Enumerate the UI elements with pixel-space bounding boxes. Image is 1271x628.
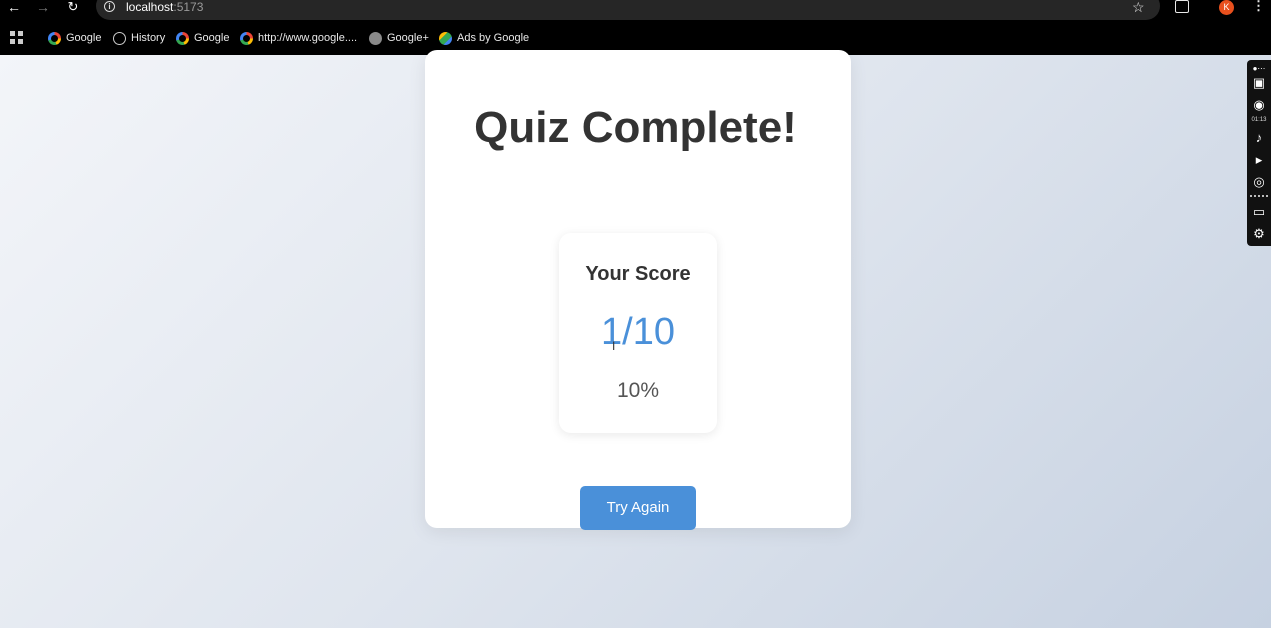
bookmark-label: Google — [66, 32, 102, 44]
recording-timer: 01:13 — [1251, 117, 1267, 123]
bookmark-google-1[interactable]: Google — [48, 30, 101, 46]
back-arrow-icon[interactable]: ← — [5, 0, 23, 16]
url-port: :5173 — [173, 0, 204, 14]
text-cursor-icon: I — [612, 339, 616, 353]
score-value: 1/10 — [601, 311, 675, 353]
camera-icon[interactable]: ▣ — [1247, 76, 1271, 90]
recorder-handle-icon[interactable]: ●⋯ — [1247, 62, 1271, 76]
webcam-icon[interactable]: ◎ — [1247, 175, 1271, 189]
profile-avatar[interactable]: K — [1219, 0, 1234, 15]
bookmark-ads-by-google[interactable]: Ads by Google — [439, 30, 529, 46]
bookmark-google-url[interactable]: http://www.google.... — [240, 30, 357, 46]
google-icon — [176, 31, 189, 45]
bookmark-label: History — [131, 32, 166, 44]
site-info-icon[interactable]: i — [104, 1, 115, 12]
ads-icon — [439, 31, 452, 45]
bookmark-label: http://www.google.... — [258, 32, 358, 44]
recorder-toolbar: ●⋯ ▣ ◉ 01:13 ♪ ▸ ◎ ▭ ⚙ — [1247, 60, 1271, 246]
google-icon — [240, 31, 253, 45]
speaker-icon[interactable]: ▸ — [1247, 153, 1271, 167]
screen-icon[interactable]: ▭ — [1247, 205, 1271, 219]
apps-grid-icon[interactable] — [10, 31, 23, 44]
forward-arrow-icon[interactable]: → — [34, 0, 52, 16]
browser-toolbar: ← → ↻ i localhost:5173 ☆ K ⋮ — [0, 0, 1271, 20]
record-icon[interactable]: ◉ — [1247, 98, 1271, 112]
try-again-button[interactable]: Try Again — [580, 486, 696, 530]
address-url[interactable]: localhost:5173 — [126, 0, 203, 14]
bookmark-star-icon[interactable]: ☆ — [1132, 0, 1145, 16]
reload-icon[interactable]: ↻ — [64, 0, 82, 16]
microphone-icon[interactable]: ♪ — [1247, 131, 1271, 145]
bookmark-label: Google+ — [387, 32, 429, 44]
bookmark-label: Google — [194, 32, 230, 44]
address-bar[interactable] — [96, 0, 1160, 20]
settings-gear-icon[interactable]: ⚙ — [1247, 227, 1271, 241]
extensions-icon[interactable] — [1175, 0, 1189, 13]
bookmark-history[interactable]: History — [113, 30, 165, 46]
score-label: Your Score — [585, 263, 691, 285]
page-title: Quiz Complete! — [474, 103, 797, 152]
globe-icon — [369, 31, 382, 45]
bookmark-label: Ads by Google — [457, 32, 530, 44]
browser-menu-icon[interactable]: ⋮ — [1252, 0, 1265, 13]
google-icon — [48, 31, 61, 45]
score-percent: 10% — [616, 379, 660, 402]
bookmark-google-2[interactable]: Google — [176, 30, 229, 46]
bookmark-google-plus[interactable]: Google+ — [369, 30, 429, 46]
history-icon — [113, 31, 126, 45]
toolbar-divider — [1250, 195, 1268, 197]
url-host: localhost — [126, 0, 174, 14]
